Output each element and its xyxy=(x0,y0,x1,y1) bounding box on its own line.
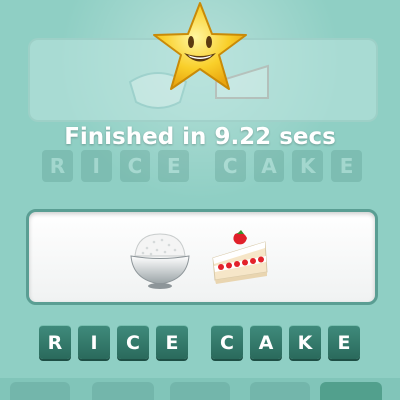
toolbar-button[interactable] xyxy=(320,382,382,400)
background-tile: E xyxy=(331,150,362,182)
background-tile: C xyxy=(214,150,246,182)
answer-tile: K xyxy=(289,325,321,359)
answer-tile: R xyxy=(39,325,71,359)
shortcake-icon xyxy=(212,230,268,284)
background-tile: E xyxy=(158,150,190,182)
smiling-star-icon xyxy=(153,2,247,90)
background-tile: K xyxy=(292,150,324,182)
background-tile: A xyxy=(253,150,285,182)
toolbar-button[interactable] xyxy=(170,382,230,400)
answer-tile: C xyxy=(211,325,243,359)
answer-tile: C xyxy=(117,325,149,359)
answer-tile: A xyxy=(250,325,282,359)
background-tile: R xyxy=(42,150,73,182)
toolbar-button[interactable] xyxy=(250,382,310,400)
background-tile: C xyxy=(119,150,151,182)
answer-tile: E xyxy=(156,325,188,359)
finished-time-message: Finished in 9.22 secs xyxy=(64,124,336,150)
background-answer-tiles: R I C E C A K E xyxy=(42,150,362,184)
toolbar-button[interactable] xyxy=(10,382,70,400)
background-tile: I xyxy=(80,150,112,182)
answer-tile: I xyxy=(78,325,110,359)
puzzle-card xyxy=(26,209,378,305)
rice-bowl-icon xyxy=(130,233,190,289)
toolbar-button[interactable] xyxy=(92,382,154,400)
answer-tile: E xyxy=(328,325,360,359)
